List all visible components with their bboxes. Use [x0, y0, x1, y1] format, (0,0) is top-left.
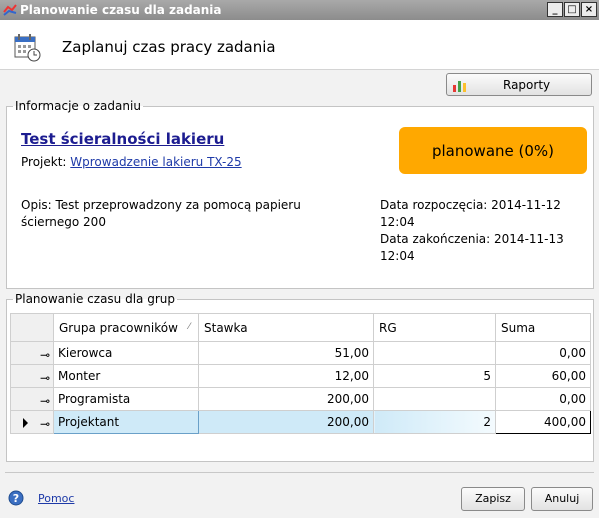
project-link[interactable]: Wprowadzenie lakieru TX-25	[70, 155, 241, 169]
table-row-selected[interactable]: ⊸ Projektant 200,00 2 400,00	[10, 410, 591, 434]
cell-rg[interactable]	[373, 387, 496, 411]
cell-rate[interactable]: 200,00	[198, 387, 374, 411]
cell-group[interactable]: Programista	[53, 387, 199, 411]
end-date-row: Data zakończenia: 2014-11-13 12:04	[380, 231, 599, 265]
table-row[interactable]: ⊸ Kierowca 51,00 0,00	[10, 341, 591, 365]
table-row[interactable]: ⊸ Monter 12,00 5 60,00	[10, 364, 591, 388]
help-icon[interactable]: ?	[8, 490, 24, 506]
start-date-row: Data rozpoczęcia: 2014-11-12 12:04	[380, 197, 599, 231]
column-header-sum[interactable]: Suma	[495, 313, 591, 342]
cell-sum[interactable]: 0,00	[495, 387, 591, 411]
cell-rate[interactable]: 51,00	[198, 341, 374, 365]
start-date-label: Data rozpoczęcia:	[380, 198, 488, 212]
cell-sum[interactable]: 400,00	[495, 410, 591, 434]
dates-block: Data rozpoczęcia: 2014-11-12 12:04 Data …	[380, 197, 599, 265]
table-row[interactable]: ⊸ Programista 200,00 0,00	[10, 387, 591, 411]
footer-separator	[5, 472, 594, 473]
description: Opis: Test przeprowadzony za pomocą papi…	[21, 197, 301, 231]
sort-icon: ⁄	[188, 322, 190, 332]
description-line-2: ściernego 200	[21, 215, 106, 229]
end-date-label: Data zakończenia:	[380, 232, 491, 246]
project-row: Projekt: Wprowadzenie lakieru TX-25	[21, 155, 242, 169]
bar-chart-icon	[453, 81, 466, 92]
row-indicator[interactable]: ⊸	[10, 410, 54, 434]
planning-legend: Planowanie czasu dla grup	[15, 292, 175, 306]
column-header-group[interactable]: Grupa pracowników ⁄	[53, 313, 199, 342]
reports-button-label: Raporty	[503, 78, 551, 92]
cell-group[interactable]: Projektant	[53, 410, 199, 434]
column-header-rg[interactable]: RG	[373, 313, 496, 342]
maximize-button[interactable]: □	[564, 2, 580, 17]
cancel-button[interactable]: Anuluj	[531, 487, 593, 511]
calendar-clock-icon	[14, 34, 41, 62]
table-header-row: Grupa pracowników ⁄ Stawka RG Suma	[10, 313, 591, 342]
pin-icon: ⊸	[40, 417, 51, 431]
window-title: Planowanie czasu dla zadania	[20, 3, 222, 17]
task-name[interactable]: Test ścieralności lakieru	[21, 130, 224, 148]
row-indicator[interactable]: ⊸	[10, 341, 54, 365]
cell-sum[interactable]: 0,00	[495, 341, 591, 365]
row-pointer-icon	[23, 418, 28, 428]
close-button[interactable]: ×	[581, 2, 597, 17]
page-title: Zaplanuj czas pracy zadania	[62, 38, 276, 56]
row-indicator[interactable]: ⊸	[10, 387, 54, 411]
row-indicator-header	[10, 313, 54, 342]
pin-icon: ⊸	[40, 371, 51, 385]
window-titlebar: Planowanie czasu dla zadania _ □ ×	[0, 0, 599, 20]
dialog-header: Zaplanuj czas pracy zadania	[0, 20, 599, 70]
app-icon	[3, 4, 17, 16]
cell-rate[interactable]: 12,00	[198, 364, 374, 388]
task-info-legend: Informacje o zadaniu	[15, 99, 141, 113]
row-indicator[interactable]: ⊸	[10, 364, 54, 388]
help-link[interactable]: Pomoc	[38, 492, 74, 505]
cell-rg[interactable]	[373, 341, 496, 365]
save-button[interactable]: Zapisz	[461, 487, 525, 511]
description-line-1: Opis: Test przeprowadzony za pomocą papi…	[21, 198, 301, 212]
status-badge: planowane (0%)	[399, 127, 587, 174]
column-header-rate[interactable]: Stawka	[198, 313, 374, 342]
cell-rg[interactable]: 2	[373, 410, 496, 434]
svg-text:?: ?	[13, 492, 19, 505]
reports-button[interactable]: Raporty	[446, 73, 592, 96]
project-label: Projekt:	[21, 155, 67, 169]
pin-icon: ⊸	[40, 348, 51, 362]
planning-table: Grupa pracowników ⁄ Stawka RG Suma ⊸ Kie…	[10, 313, 591, 434]
cell-sum[interactable]: 60,00	[495, 364, 591, 388]
cell-group[interactable]: Kierowca	[53, 341, 199, 365]
status-text: planowane (0%)	[431, 141, 555, 160]
cell-group[interactable]: Monter	[53, 364, 199, 388]
cell-rate[interactable]: 200,00	[198, 410, 374, 434]
cell-rg[interactable]: 5	[373, 364, 496, 388]
minimize-button[interactable]: _	[547, 2, 563, 17]
pin-icon: ⊸	[40, 394, 51, 408]
